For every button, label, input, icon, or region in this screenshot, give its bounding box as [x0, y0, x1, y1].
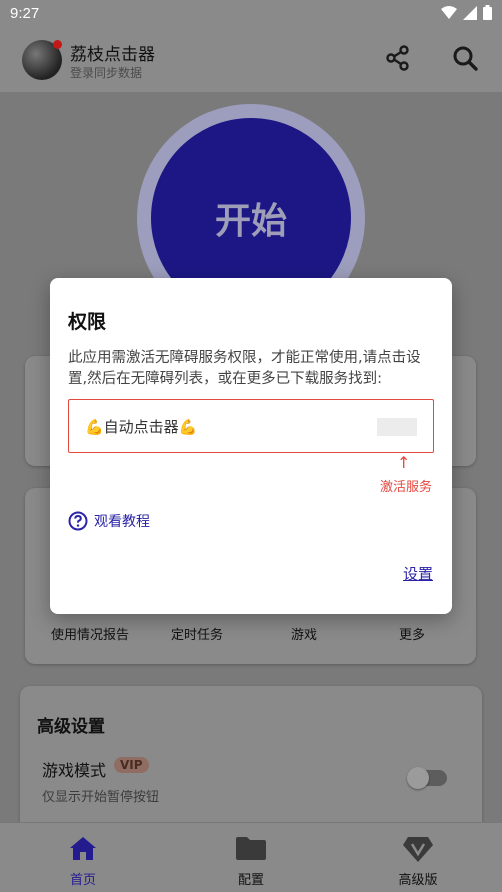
permission-dialog: 权限 此应用需激活无障碍服务权限，才能正常使用,请点击设置,然后在无障碍列表，或…	[50, 278, 452, 614]
service-name: 💪自动点击器💪	[85, 418, 198, 436]
help-circle-icon	[68, 511, 88, 531]
up-arrow-icon: ↑	[397, 453, 411, 472]
watch-tutorial-link[interactable]: 观看教程	[68, 511, 150, 531]
service-switch	[377, 418, 417, 436]
accessibility-service-item[interactable]: 💪自动点击器💪	[68, 399, 434, 453]
dialog-message: 此应用需激活无障碍服务权限，才能正常使用,请点击设置,然后在无障碍列表，或在更多…	[68, 350, 421, 387]
dialog-title: 权限	[68, 311, 107, 333]
settings-button[interactable]: 设置	[403, 563, 433, 584]
activate-hint: 激活服务	[380, 480, 433, 495]
tutorial-label: 观看教程	[94, 514, 150, 530]
